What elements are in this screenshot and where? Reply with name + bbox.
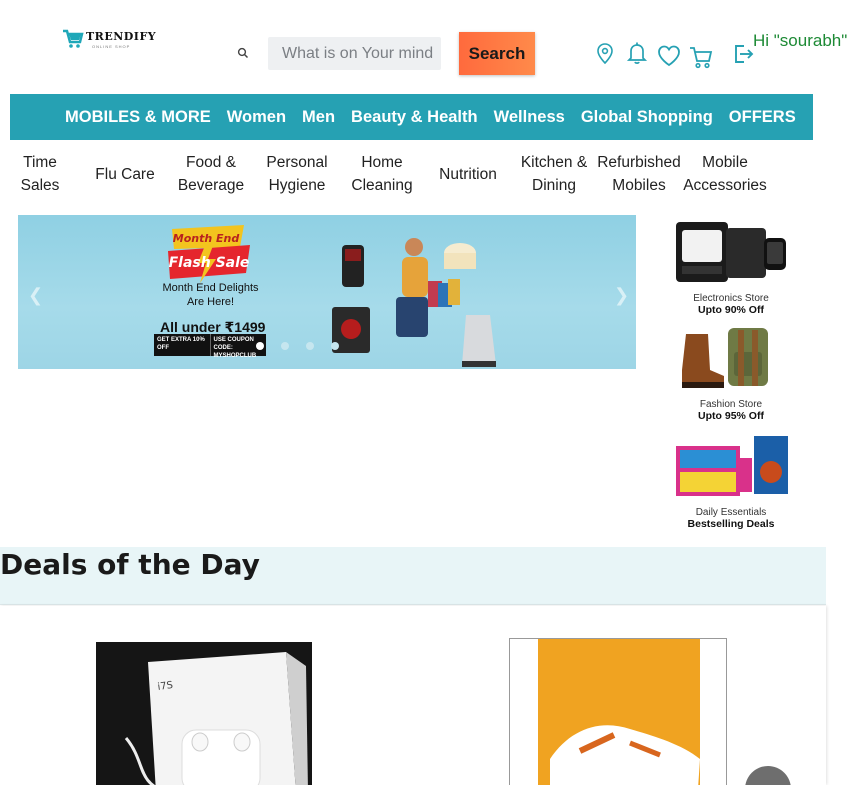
banner-line-2: Are Here! <box>186 296 235 308</box>
promo-daily-essentials-title: Daily Essentials <box>695 507 767 518</box>
category-time-sales[interactable]: Time Sales <box>2 150 78 198</box>
category-mobile-accessories[interactable]: Mobile Accessories <box>682 150 768 198</box>
nav-men[interactable]: Men <box>302 108 335 127</box>
deal-product-sneakers[interactable] <box>509 638 727 785</box>
promo-electronics[interactable]: Electronics Store Upto 90% Off <box>666 218 796 316</box>
earbuds-image: i7S <box>124 652 308 785</box>
deals-title: Deals of the Day <box>0 548 260 581</box>
category-home-cleaning[interactable]: Home Cleaning <box>346 150 418 198</box>
promo-electronics-title: Electronics Store <box>693 293 769 304</box>
electronics-image <box>676 222 786 282</box>
deal-product-earbuds[interactable]: i7S <box>96 642 312 785</box>
daily-essentials-image <box>676 436 788 496</box>
category-flu-care[interactable]: Flu Care <box>92 150 158 198</box>
svg-text:Flash Sale: Flash Sale <box>169 255 250 271</box>
heart-icon[interactable] <box>656 43 682 69</box>
banner-products-illustration <box>332 238 496 367</box>
banner-prev-arrow-icon[interactable]: ❮ <box>28 285 43 306</box>
search-input[interactable] <box>268 37 441 70</box>
search-icon[interactable] <box>237 47 249 59</box>
nav-beauty-health[interactable]: Beauty & Health <box>351 108 478 127</box>
site-header: TRENDIFY ONLINE SHOP Search Hi "sourabh" <box>0 0 862 94</box>
brand-name: TRENDIFY <box>86 30 157 43</box>
hero-banner-carousel[interactable]: ❮ ❯ Month End Flash Sale Month End Delig… <box>18 215 636 369</box>
category-nutrition[interactable]: Nutrition <box>432 150 504 198</box>
carousel-dot-1[interactable] <box>256 342 264 350</box>
category-food-beverage[interactable]: Food & Beverage <box>172 150 250 198</box>
primary-nav: MOBILES & MORE Women Men Beauty & Health… <box>10 94 813 140</box>
coupon-strip: GET EXTRA 10% OFF USE COUPON CODE: MYSHO… <box>154 334 266 359</box>
carousel-dot-3[interactable] <box>306 342 314 350</box>
promo-daily-essentials[interactable]: Daily Essentials Bestselling Deals <box>666 432 796 530</box>
carousel-dot-4[interactable] <box>331 342 339 350</box>
logo-cart-icon <box>63 29 84 48</box>
promo-fashion[interactable]: Fashion Store Upto 95% Off <box>666 324 796 422</box>
bell-icon[interactable] <box>624 40 650 66</box>
svg-text:Month End: Month End <box>173 232 240 245</box>
fashion-image <box>682 328 768 388</box>
coupon-extra-off: GET EXTRA 10% OFF <box>157 337 205 351</box>
carousel-dots <box>256 342 339 350</box>
promo-electronics-offer: Upto 90% Off <box>698 304 764 316</box>
promo-daily-essentials-offer: Bestselling Deals <box>687 518 775 530</box>
nav-offers[interactable]: OFFERS <box>729 108 796 127</box>
carousel-dot-2[interactable] <box>281 342 289 350</box>
promo-fashion-offer: Upto 95% Off <box>698 410 764 422</box>
category-kitchen-dining[interactable]: Kitchen & Dining <box>516 150 592 198</box>
banner-line-1: Month End Delights <box>162 282 259 294</box>
nav-mobiles-more[interactable]: MOBILES & MORE <box>65 108 211 127</box>
category-personal-hygiene[interactable]: Personal Hygiene <box>260 150 334 198</box>
brand-tagline: ONLINE SHOP <box>92 44 131 49</box>
nav-wellness[interactable]: Wellness <box>494 108 565 127</box>
category-nav: Time Sales Flu Care Food & Beverage Perso… <box>0 150 862 198</box>
cart-icon[interactable] <box>688 44 714 70</box>
user-greeting[interactable]: Hi "sourabh" <box>753 31 847 51</box>
sneakers-image <box>538 639 700 785</box>
category-refurbished-mobiles[interactable]: Refurbished Mobiles <box>596 150 682 198</box>
deals-carousel: i7S › <box>0 606 826 785</box>
search-button[interactable]: Search <box>459 32 535 75</box>
promo-fashion-title: Fashion Store <box>699 399 763 410</box>
nav-global-shopping[interactable]: Global Shopping <box>581 108 713 127</box>
nav-women[interactable]: Women <box>227 108 286 127</box>
chevron-right-icon: › <box>764 775 772 785</box>
deals-next-button[interactable]: › <box>745 766 791 785</box>
location-icon[interactable] <box>592 41 618 67</box>
svg-text:i7S: i7S <box>157 680 174 693</box>
brand-logo[interactable]: TRENDIFY ONLINE SHOP <box>62 28 156 50</box>
flash-sale-badge: Month End Flash Sale <box>168 225 250 283</box>
